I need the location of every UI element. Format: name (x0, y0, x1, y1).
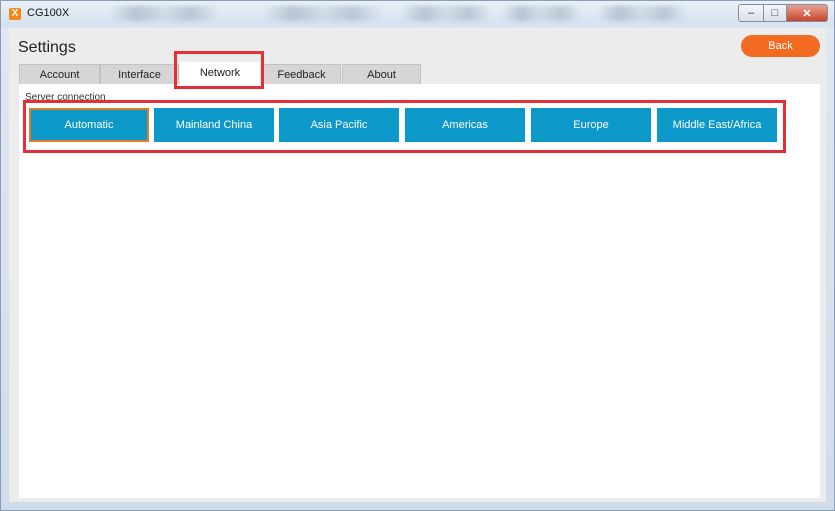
obscured-area (501, 6, 581, 21)
tab-account[interactable]: Account (19, 64, 100, 85)
server-mainland-china-button[interactable]: Mainland China (154, 108, 274, 142)
app-logo-icon: X (9, 8, 21, 20)
close-button[interactable]: ✕ (787, 4, 828, 22)
minimize-button[interactable]: – (738, 4, 764, 22)
settings-view: Settings Back Account Interface Network … (9, 28, 826, 502)
server-europe-button[interactable]: Europe (531, 108, 651, 142)
tab-interface[interactable]: Interface (100, 64, 179, 85)
obscured-area (597, 6, 687, 21)
section-label: Server connection (25, 92, 106, 103)
obscured-area (401, 6, 491, 21)
back-button[interactable]: Back (741, 35, 820, 57)
tab-network[interactable]: Network (180, 62, 260, 86)
page-title: Settings (18, 39, 76, 56)
obscured-area (263, 6, 383, 21)
tab-about[interactable]: About (342, 64, 421, 85)
server-automatic-button[interactable]: Automatic (29, 108, 149, 142)
window-title: CG100X (27, 7, 70, 19)
title-bar[interactable]: X CG100X – □ ✕ (1, 1, 834, 27)
app-window: X CG100X – □ ✕ Settings Back Account Int… (0, 0, 835, 511)
server-asia-pacific-button[interactable]: Asia Pacific (279, 108, 399, 142)
network-panel: Server connection Automatic Mainland Chi… (19, 84, 820, 498)
server-middle-east-africa-button[interactable]: Middle East/Africa (657, 108, 777, 142)
server-americas-button[interactable]: Americas (405, 108, 525, 142)
window-controls: – □ ✕ (738, 4, 828, 22)
obscured-area (109, 6, 219, 21)
maximize-button[interactable]: □ (764, 4, 787, 22)
tab-feedback[interactable]: Feedback (262, 64, 341, 85)
